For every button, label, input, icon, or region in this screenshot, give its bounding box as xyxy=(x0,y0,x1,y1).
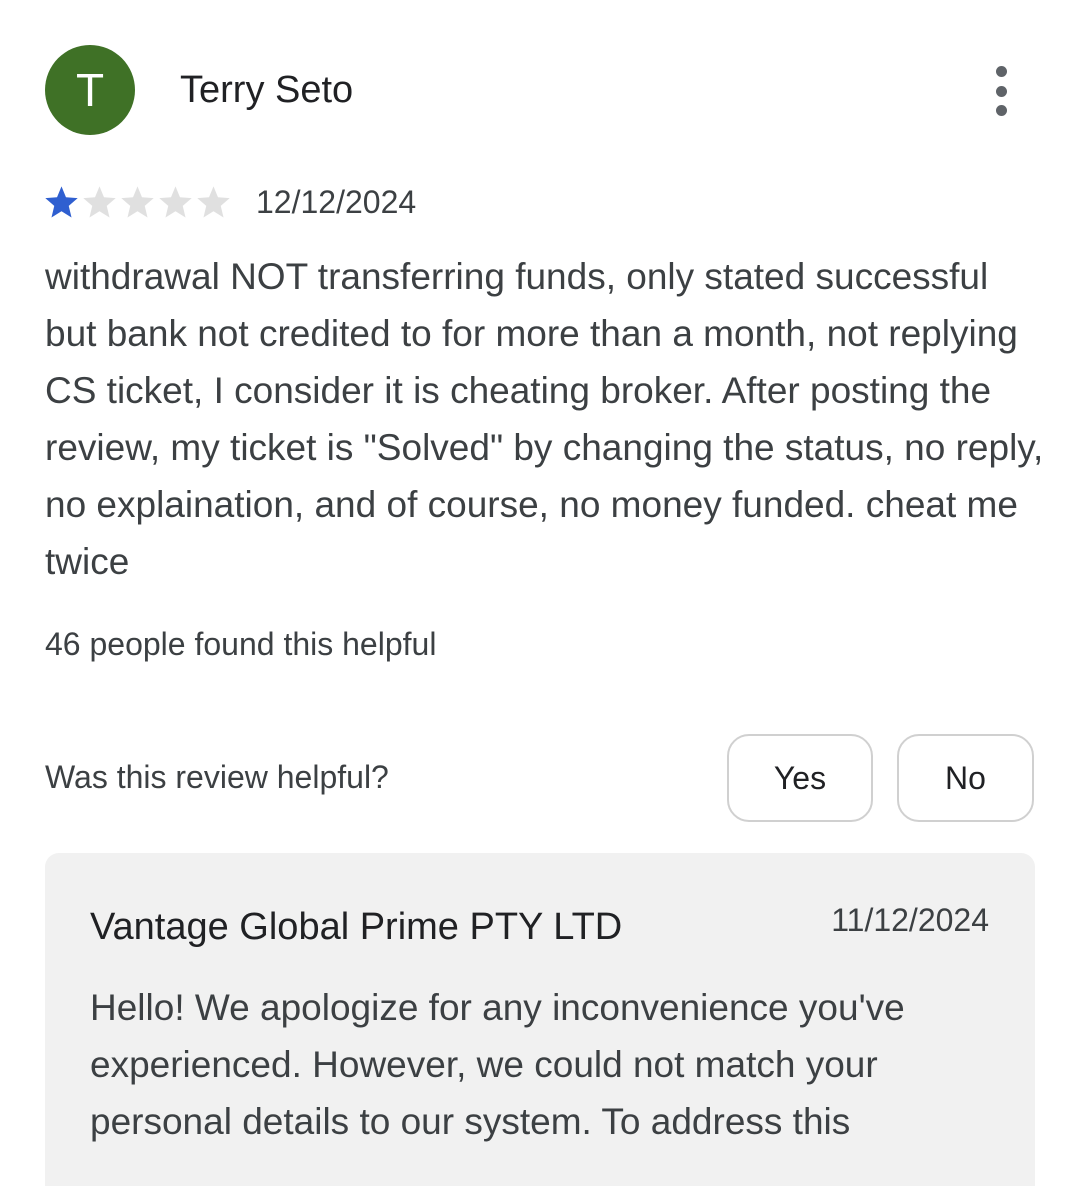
more-vert-icon[interactable] xyxy=(976,62,1026,120)
menu-dot xyxy=(995,105,1007,116)
helpful-question: Was this review helpful? xyxy=(45,759,389,795)
star-empty-icon xyxy=(197,186,230,218)
reviewer-name: Terry Seto xyxy=(180,69,354,111)
avatar: T xyxy=(45,45,135,135)
star-rating xyxy=(43,184,232,222)
star-empty-icon xyxy=(121,186,154,218)
review-card: T Terry Seto 12/12/2024 withdrawal NOT t… xyxy=(0,0,1080,1186)
developer-reply-text: Hello! We apologize for any inconvenienc… xyxy=(90,987,905,1142)
review-date: 12/12/2024 xyxy=(256,184,417,220)
review-text: withdrawal NOT transferring funds, only … xyxy=(45,256,1044,582)
star-empty-icon xyxy=(159,186,192,218)
helpful-count: 46 people found this helpful xyxy=(45,626,437,662)
star-empty-icon xyxy=(83,186,116,218)
menu-dot xyxy=(995,66,1007,77)
no-button[interactable]: No xyxy=(897,734,1034,822)
menu-dot xyxy=(995,85,1007,97)
developer-name: Vantage Global Prime PTY LTD xyxy=(90,906,623,948)
developer-reply-date: 11/12/2024 xyxy=(831,902,989,938)
developer-reply: Vantage Global Prime PTY LTD 11/12/2024 … xyxy=(45,853,1035,1186)
star-filled-icon xyxy=(45,186,78,218)
yes-button[interactable]: Yes xyxy=(727,734,873,822)
